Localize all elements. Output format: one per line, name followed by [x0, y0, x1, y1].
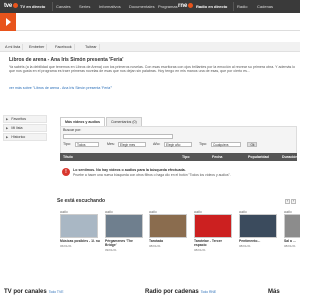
ano-label: Año: — [153, 142, 161, 146]
card-title[interactable]: Músicas posibles - 1l. nu — [60, 239, 100, 243]
card-title[interactable]: Pérgamenes 'The Bridge' — [105, 239, 145, 247]
carousel-next-button[interactable]: › — [291, 199, 296, 204]
embed-button[interactable]: Embeber — [27, 44, 48, 50]
listening-card[interactable]: audio Músicas posibles - 1l. nu 06/01/21 — [60, 210, 100, 265]
card-thumbnail[interactable] — [60, 214, 98, 238]
radio-stations-heading: Radio por cadenas Todo RNE — [145, 289, 217, 295]
add-to-list-button[interactable]: A mi lista — [3, 44, 24, 50]
nav-item-documentales[interactable]: Documentales — [129, 4, 155, 9]
listening-card[interactable]: audio Tarotada 08/01/21 — [149, 210, 189, 265]
card-title[interactable]: Sal a ... — [284, 239, 300, 243]
carousel-prev-button[interactable]: ‹ — [285, 199, 290, 204]
sidebar-item-mi-lista[interactable]: ▶ Mi lista — [3, 124, 47, 132]
card-thumbnail[interactable] — [194, 214, 232, 238]
notice-heading: Lo sentimos. No hay vídeos o audios para… — [73, 168, 186, 172]
chevron-right-icon: ▶ — [6, 126, 9, 130]
tve-logo[interactable]: tve — [4, 3, 19, 9]
program-banner — [0, 13, 300, 31]
chevron-right-icon: ▶ — [6, 117, 9, 121]
column-popularity[interactable]: Popularidad — [248, 155, 269, 159]
column-type[interactable]: Tipo — [182, 155, 190, 159]
nav-item-canales[interactable]: Canales — [56, 4, 71, 9]
more-heading: Más — [268, 289, 280, 295]
card-title[interactable]: Pentimento... — [239, 239, 279, 243]
card-title[interactable]: Tarotada — [149, 239, 189, 243]
listening-card[interactable]: audio Tarotelae - Tercer espacio 08/01/21 — [194, 210, 234, 265]
card-title[interactable]: Tarotelae - Tercer espacio — [194, 239, 234, 247]
mes-select[interactable]: Elegir mes — [118, 142, 146, 147]
program-description: Ya sabéis (a la debilidad que tenemos en… — [9, 65, 296, 74]
tipo2-select[interactable]: Cualquiera — [211, 142, 241, 147]
more-about-link[interactable]: ver más sobre "Libros de arena - Ana Iri… — [9, 86, 112, 90]
share-toolbar: A mi lista Embeber Facebook Tuitear — [0, 42, 300, 52]
radio-directo-link[interactable]: Radio en directo — [196, 4, 227, 9]
tv-channels-heading: TV por canales Todo TVE — [4, 289, 64, 295]
notice-text: Pruebe a hacer una nueva búsqueda con ot… — [73, 173, 231, 177]
tipo2-label: Tipo: — [199, 142, 207, 146]
nav-item-series[interactable]: Series — [79, 4, 90, 9]
card-thumbnail[interactable] — [149, 214, 187, 238]
section-title-listening: Se está escuchando — [57, 198, 106, 204]
tab-more-videos[interactable]: Más videos y audios — [60, 117, 105, 126]
card-thumbnail[interactable] — [284, 214, 300, 238]
column-date[interactable]: Fecha — [212, 155, 222, 159]
nav-item-informativos[interactable]: Informativos — [99, 4, 121, 9]
search-label: Buscar por: — [63, 128, 82, 132]
nav-item-cadenas[interactable]: Cadenas — [257, 4, 273, 9]
all-tve-link[interactable]: Todo TVE — [49, 290, 64, 294]
nav-item-radio[interactable]: Radio — [237, 4, 247, 9]
chevron-right-icon: ▶ — [6, 135, 9, 139]
all-rne-link[interactable]: Todo RNE — [201, 290, 216, 294]
listening-card[interactable]: audio Pérgamenes 'The Bridge' 09/01/21 — [105, 210, 145, 265]
tv-directo-link[interactable]: TV en directo — [20, 4, 45, 9]
sidebar: ▶ Favoritos ▶ Mi lista ▶ Historico — [3, 115, 47, 142]
divider — [52, 2, 53, 11]
card-date: 08/01/21 — [284, 244, 296, 248]
listening-card[interactable]: audio Sal a ... 08/01/21 — [284, 210, 300, 265]
ok-button[interactable]: Ok — [247, 142, 257, 147]
column-title[interactable]: Título — [63, 155, 73, 159]
sidebar-item-historico[interactable]: ▶ Historico — [3, 133, 47, 141]
search-input[interactable] — [63, 134, 173, 139]
top-navigation-bar: tve TV en directo Canales Series Informa… — [0, 0, 300, 13]
tipo-label: Tipo: — [63, 142, 71, 146]
mes-label: Mes: — [107, 142, 115, 146]
tab-comments[interactable]: Comentarios (0) — [105, 117, 142, 126]
alert-icon: ! — [62, 168, 70, 176]
nav-item-programas[interactable]: Programas — [158, 4, 178, 9]
twitter-share-button[interactable]: Tuitear — [83, 44, 100, 50]
card-thumbnail[interactable] — [239, 214, 277, 238]
rne-logo[interactable]: rne — [178, 3, 194, 9]
card-date: 08/01/21 — [239, 244, 251, 248]
sidebar-item-favoritos[interactable]: ▶ Favoritos — [3, 115, 47, 123]
card-date: 09/01/21 — [105, 248, 117, 252]
card-date: 06/01/21 — [60, 244, 72, 248]
card-date: 08/01/21 — [194, 248, 206, 252]
page-title: Libros de arena - Ana Iris Simón present… — [9, 57, 124, 63]
no-results-notice: ! Lo sentimos. No hay vídeos o audios pa… — [62, 167, 292, 179]
column-duration[interactable]: Duración — [282, 155, 298, 159]
listening-card[interactable]: audio Pentimento... 08/01/21 — [239, 210, 279, 265]
divider — [233, 2, 234, 11]
facebook-share-button[interactable]: Facebook — [53, 44, 75, 50]
ano-select[interactable]: Elegir año — [164, 142, 192, 147]
card-date: 08/01/21 — [149, 244, 161, 248]
content-tabs: Más videos y audios Comentarios (0) — [60, 117, 143, 126]
tipo-select[interactable]: Todos — [75, 142, 99, 147]
results-table-header: Título Tipo Fecha Popularidad Duración — [60, 153, 298, 161]
play-button[interactable] — [0, 13, 16, 31]
card-thumbnail[interactable] — [105, 214, 143, 238]
